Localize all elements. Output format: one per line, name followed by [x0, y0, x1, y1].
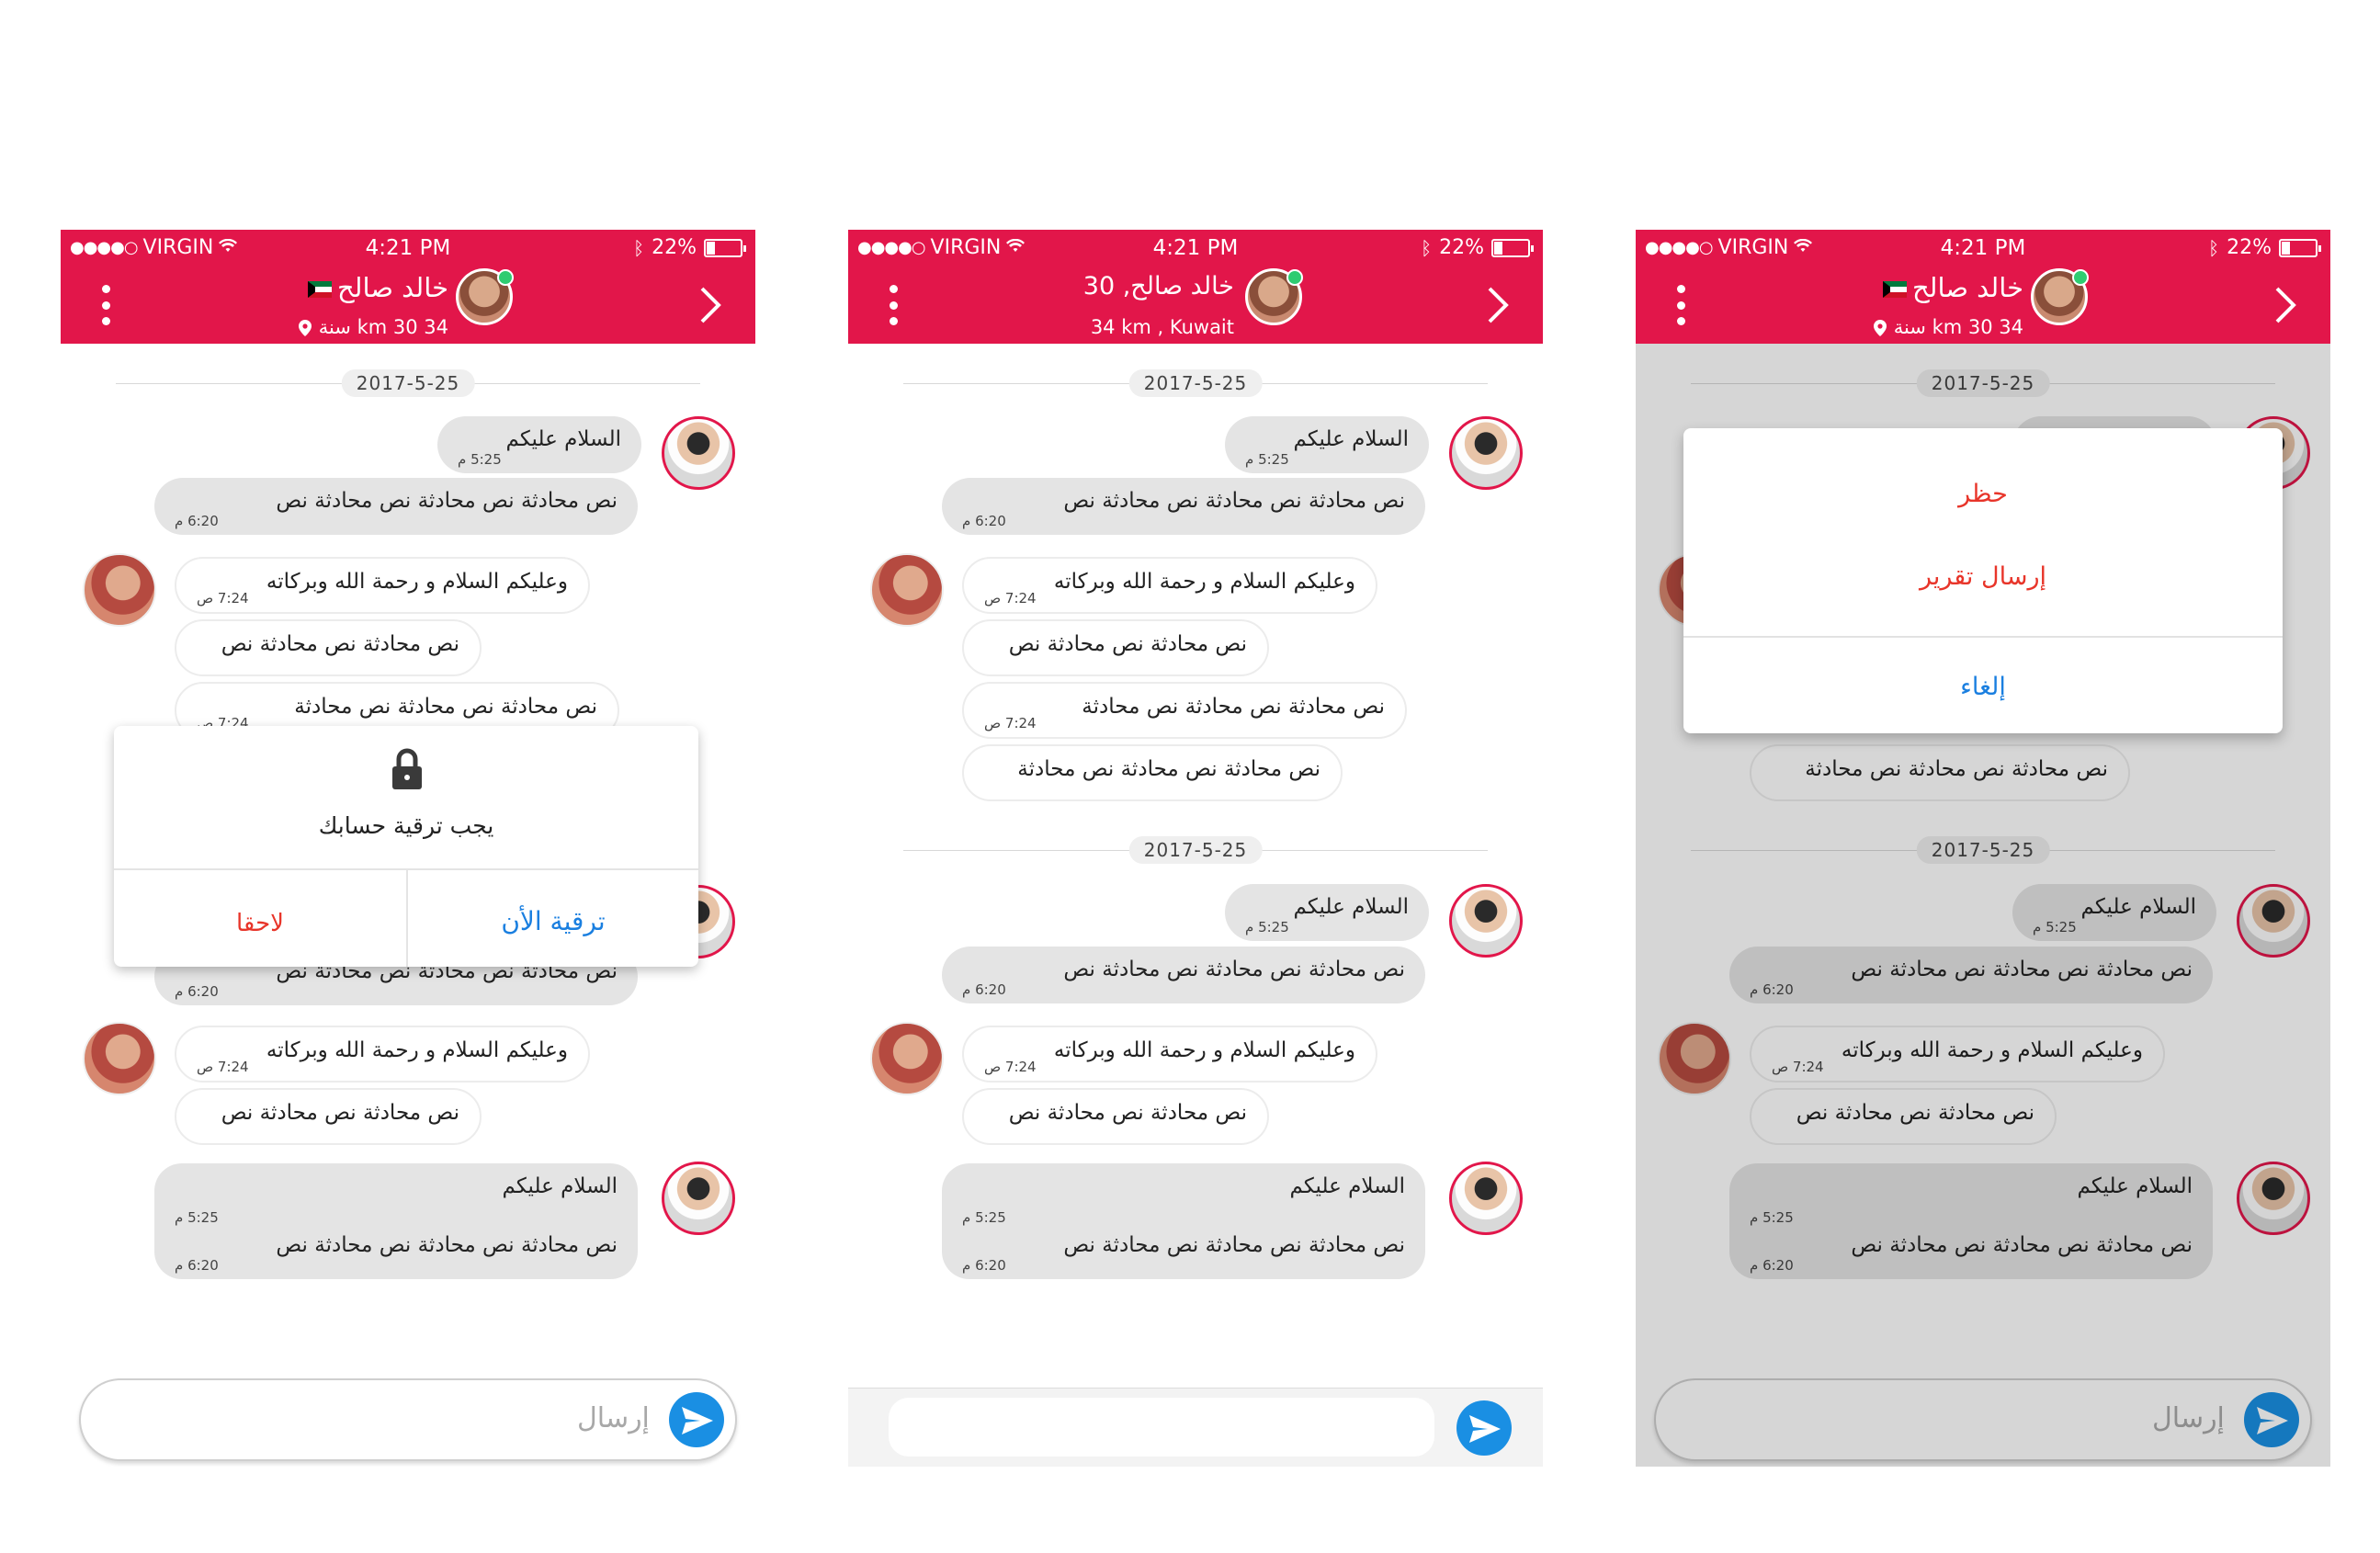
bluetooth-icon: ᛒ [633, 236, 645, 259]
send-report-button[interactable]: إرسال تقرير [1683, 562, 2283, 591]
message-input[interactable]: إرسال [79, 1378, 737, 1461]
battery-percent: 22% [652, 236, 697, 259]
battery-percent: 22% [2227, 236, 2272, 259]
message-input-bar [848, 1388, 1543, 1467]
online-indicator [497, 269, 514, 286]
message-bubble[interactable]: وعليكم السلام و رحمة الله وبركاته 7:24 ص [175, 557, 590, 614]
message-bubble[interactable]: نص محادثة نص محادثة نص محادثة [962, 744, 1343, 801]
message-bubble[interactable]: وعليكم السلام و رحمة الله وبركاته 7:24 ص [962, 557, 1377, 614]
distance-age: 34 km 30 سنة [318, 316, 448, 338]
send-button[interactable] [669, 1392, 724, 1447]
message-bubble[interactable]: نص محادثة نص محادثة نص محادثة نص 6:20 م [942, 478, 1425, 535]
chat-screen-actions: ●●●●○ VIRGIN 4:21 PM ᛒ 22% خالد صالح 34 km… [1636, 230, 2330, 1467]
contact-name: خالد صالح [1882, 272, 2023, 303]
contact-avatar[interactable] [83, 1022, 156, 1095]
contact-avatar[interactable] [2031, 268, 2089, 325]
battery-icon [2279, 238, 2321, 257]
more-options-button[interactable] [1676, 285, 1685, 325]
lock-icon [392, 748, 422, 789]
kuwait-flag-icon [307, 281, 332, 298]
chevron-right-icon[interactable] [695, 285, 728, 325]
contact-avatar[interactable] [870, 1022, 944, 1095]
contact-subtitle: 34 km 30 سنة [1873, 316, 2023, 338]
message-bubble[interactable]: السلام عليكم 5:25 م نص محادثة نص محادثة نص… [154, 1163, 638, 1279]
send-button[interactable] [1456, 1400, 1512, 1456]
battery-percent: 22% [1439, 236, 1484, 259]
bluetooth-icon: ᛒ [2208, 236, 2220, 259]
send-icon [1469, 1415, 1501, 1443]
contact-avatar[interactable] [870, 553, 944, 627]
message-bubble[interactable]: السلام عليكم 5:25 م [1225, 884, 1429, 941]
status-bar: ●●●●○ VIRGIN 4:21 PM ᛒ 22% [1636, 230, 2330, 266]
message-bubble[interactable]: نص محادثة نص محادثة نص محادثة نص 6:20 م [154, 478, 638, 535]
chat-header: ●●●●○ VIRGIN 4:21 PM ᛒ 22% خالد صالح 34 km… [61, 230, 755, 344]
online-indicator [1286, 269, 1303, 286]
date-divider: 2017-5-25 [116, 369, 700, 397]
upgrade-dialog: يجب ترقية حسابك لاحقا ترقية الأن [114, 726, 698, 967]
online-indicator [2072, 269, 2089, 286]
contact-subtitle: 34 km 30 سنة [298, 316, 448, 338]
message-input[interactable] [889, 1398, 1434, 1457]
location-pin-icon [1873, 319, 1887, 336]
action-sheet: حظر إرسال تقرير إلغاء [1683, 428, 2283, 733]
more-options-button[interactable] [889, 285, 898, 325]
my-avatar[interactable] [1449, 884, 1523, 958]
battery-icon [704, 238, 746, 257]
contact-avatar[interactable] [1245, 268, 1303, 325]
block-button[interactable]: حظر [1683, 480, 2283, 508]
message-bubble[interactable]: نص محادثة نص محادثة نص [175, 1088, 482, 1145]
battery-icon [1491, 238, 1534, 257]
contact-avatar[interactable] [456, 268, 514, 325]
message-bubble[interactable]: السلام عليكم 5:25 م نص محادثة نص محادثة نص… [942, 1163, 1425, 1279]
kuwait-flag-icon [1882, 281, 1907, 298]
message-bubble[interactable]: وعليكم السلام و رحمة الله وبركاته 7:24 ص [175, 1026, 590, 1083]
my-avatar[interactable] [1449, 416, 1523, 490]
message-bubble[interactable]: نص محادثة نص محادثة نص [962, 619, 1269, 676]
message-bubble[interactable]: نص محادثة نص محادثة نص محادثة نص 6:20 م [942, 947, 1425, 1003]
status-bar: ●●●●○ VIRGIN 4:21 PM ᛒ 22% [61, 230, 755, 266]
more-options-button[interactable] [101, 285, 110, 325]
date-divider: 2017-5-25 [903, 369, 1488, 397]
chat-header: ●●●●○ VIRGIN 4:21 PM ᛒ 22% خالد صالح 34 km… [1636, 230, 2330, 344]
my-avatar[interactable] [1449, 1162, 1523, 1235]
bluetooth-icon: ᛒ [1421, 236, 1433, 259]
contact-avatar[interactable] [83, 553, 156, 627]
contact-name: خالد صالح [307, 272, 448, 303]
chat-screen: ●●●●○ VIRGIN 4:21 PM ᛒ 22% خالد صالح, 30 3… [848, 230, 1543, 1467]
message-bubble[interactable]: نص محادثة نص محادثة نص [962, 1088, 1269, 1145]
location-pin-icon [298, 319, 312, 336]
message-bubble[interactable]: نص محادثة نص محادثة نص [175, 619, 482, 676]
my-avatar[interactable] [662, 416, 735, 490]
message-bubble[interactable]: السلام عليكم 5:25 م [437, 416, 641, 473]
my-avatar[interactable] [662, 1162, 735, 1235]
contact-name: خالد صالح, 30 [1082, 272, 1234, 300]
contact-subtitle: 34 km , Kuwait [1090, 316, 1234, 338]
chat-header: ●●●●○ VIRGIN 4:21 PM ᛒ 22% خالد صالح, 30 3… [848, 230, 1543, 344]
chevron-right-icon[interactable] [1482, 285, 1515, 325]
chevron-right-icon[interactable] [2270, 285, 2303, 325]
message-bubble[interactable]: وعليكم السلام و رحمة الله وبركاته 7:24 ص [962, 1026, 1377, 1083]
cancel-button[interactable]: إلغاء [1683, 673, 2283, 701]
date-divider: 2017-5-25 [903, 836, 1488, 864]
later-button[interactable]: لاحقا [114, 910, 406, 937]
message-bubble[interactable]: السلام عليكم 5:25 م [1225, 416, 1429, 473]
upgrade-message: يجب ترقية حسابك [318, 812, 494, 839]
distance-age: 34 km 30 سنة [1893, 316, 2023, 338]
upgrade-now-button[interactable]: ترقية الأن [408, 906, 698, 936]
chat-screen-upgrade: ●●●●○ VIRGIN 4:21 PM ᛒ 22% خالد صالح 34 km… [61, 230, 755, 1467]
message-bubble[interactable]: نص محادثة نص محادثة نص محادثة 7:24 ص [962, 682, 1407, 739]
send-icon [682, 1407, 713, 1434]
status-bar: ●●●●○ VIRGIN 4:21 PM ᛒ 22% [848, 230, 1543, 266]
